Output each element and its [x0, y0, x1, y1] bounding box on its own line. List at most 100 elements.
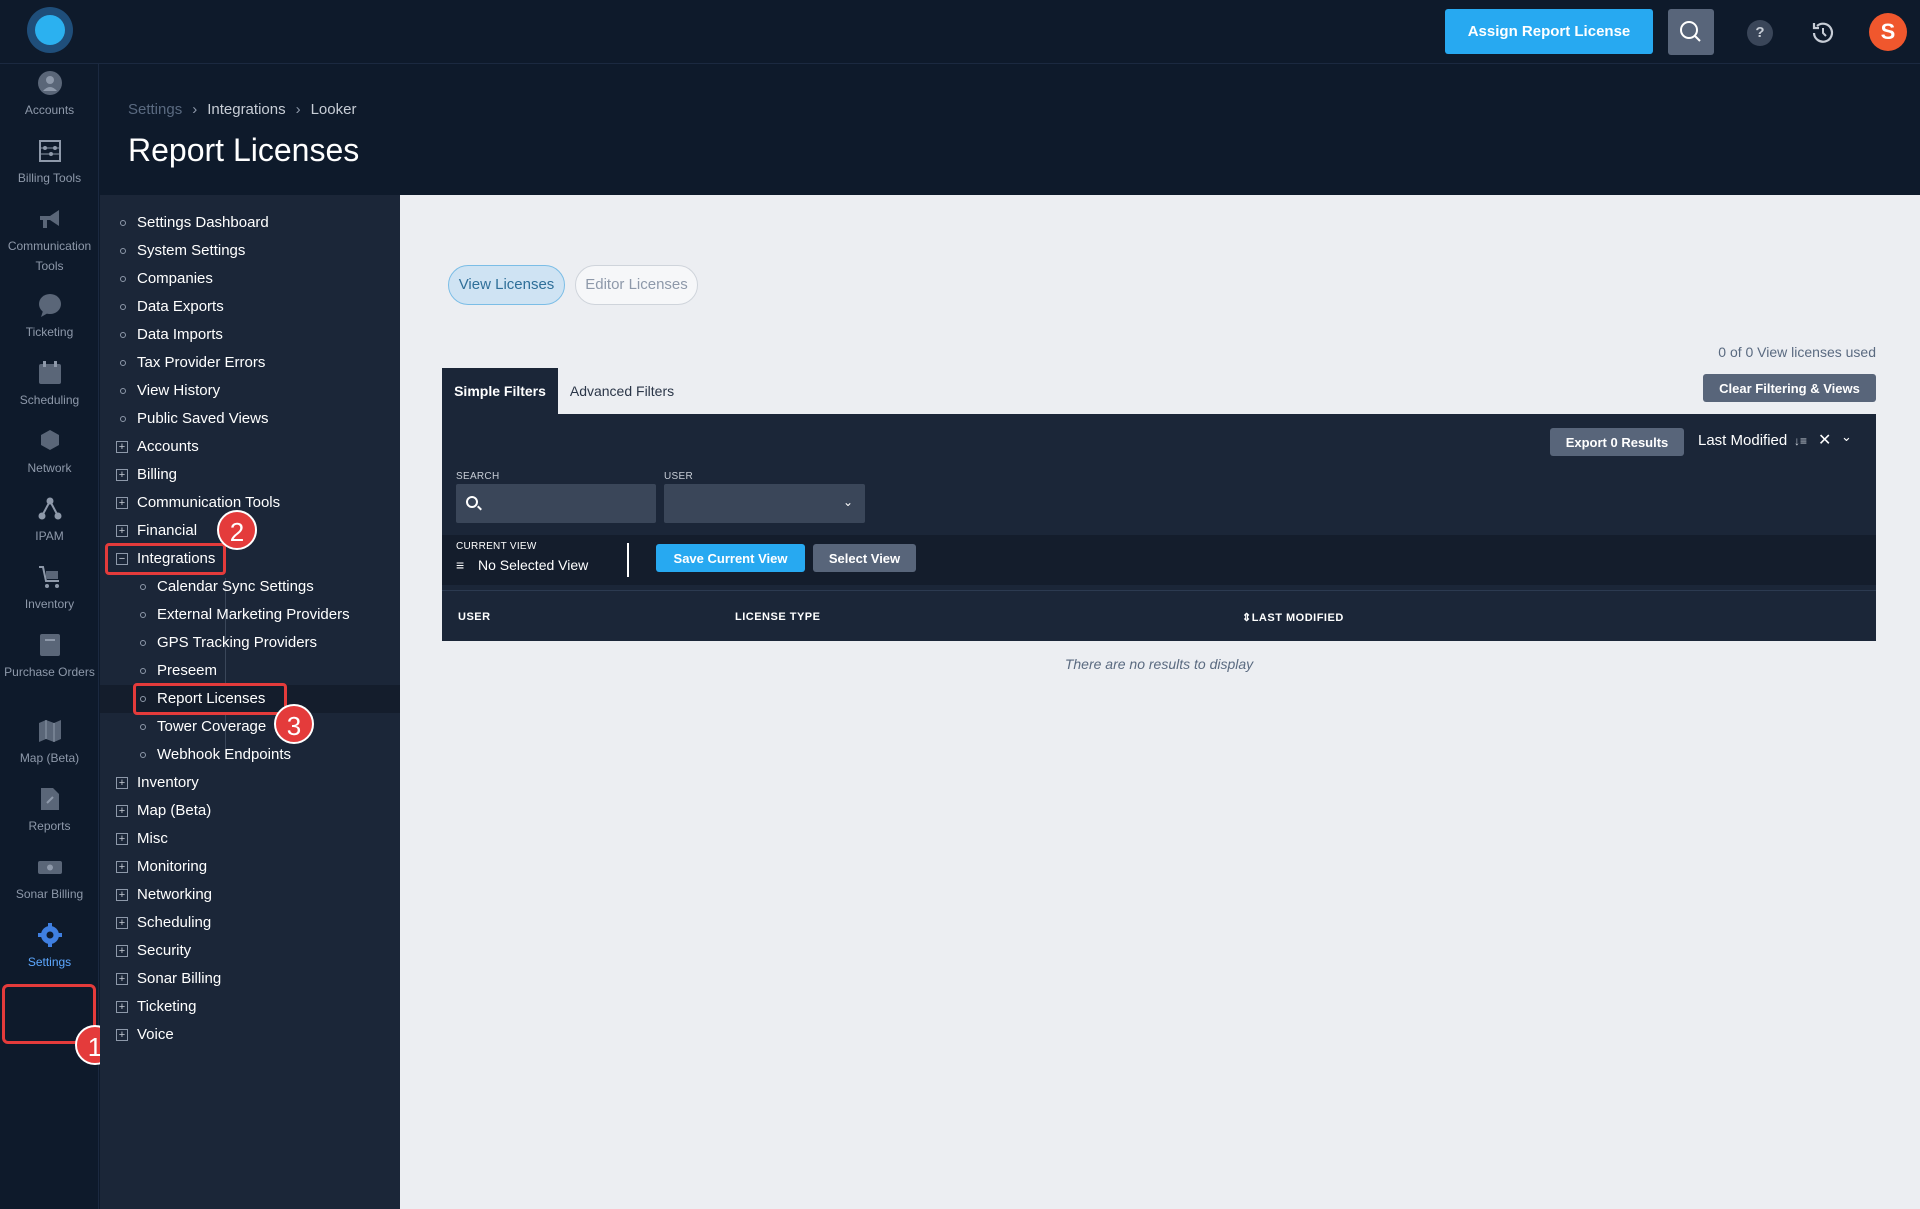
tree-group-billing[interactable]: + Billing	[100, 461, 400, 489]
rail-item-map-beta[interactable]: Map (Beta)	[0, 718, 99, 768]
expand-icon: +	[116, 917, 128, 929]
tree-group-accounts[interactable]: + Accounts	[100, 433, 400, 461]
tree-group-security[interactable]: + Security	[100, 937, 400, 965]
history-icon[interactable]	[1808, 18, 1838, 48]
tree-group-inventory[interactable]: + Inventory	[100, 769, 400, 797]
cart-icon	[38, 566, 59, 588]
bullet-icon	[120, 220, 126, 226]
rail-item-billing-tools[interactable]: Billing Tools	[0, 138, 99, 188]
column-header-license-type[interactable]: LICENSE TYPE	[735, 611, 820, 623]
tree-group-voice[interactable]: + Voice	[100, 1021, 400, 1049]
clear-sort-icon[interactable]: ✕	[1818, 430, 1831, 450]
tree-item-data-imports[interactable]: Data Imports	[100, 321, 400, 349]
assign-report-license-button[interactable]: Assign Report License	[1445, 9, 1653, 54]
expand-icon: +	[116, 1029, 128, 1041]
tree-item-companies[interactable]: Companies	[100, 265, 400, 293]
rail-label: Network	[27, 461, 72, 475]
tree-item-tax-provider-errors[interactable]: Tax Provider Errors	[100, 349, 400, 377]
tree-item-data-exports[interactable]: Data Exports	[100, 293, 400, 321]
user-icon	[37, 71, 62, 95]
export-results-button[interactable]: Export 0 Results	[1550, 428, 1684, 456]
expand-icon: +	[116, 469, 128, 481]
tree-group-sonar-billing[interactable]: + Sonar Billing	[100, 965, 400, 993]
search-icon	[466, 496, 478, 508]
select-view-button[interactable]: Select View	[813, 544, 916, 572]
save-current-view-button[interactable]: Save Current View	[656, 544, 805, 572]
tree-group-map-beta[interactable]: + Map (Beta)	[100, 797, 400, 825]
rail-item-settings[interactable]: Settings	[0, 922, 99, 972]
column-header-user[interactable]: USER	[458, 611, 491, 623]
bullet-icon	[120, 248, 126, 254]
sort-direction-icon[interactable]: ↓≡	[1794, 434, 1807, 448]
view-licenses-pill[interactable]: View Licenses	[448, 265, 565, 305]
chevron-down-icon[interactable]: ⌄	[1841, 429, 1852, 445]
tree-item-tower-coverage[interactable]: Tower Coverage	[100, 713, 400, 741]
tree-group-networking[interactable]: + Networking	[100, 881, 400, 909]
tree-group-misc[interactable]: + Misc	[100, 825, 400, 853]
tab-simple-filters[interactable]: Simple Filters	[442, 368, 558, 414]
rail-item-sonar-billing[interactable]: Sonar Billing	[0, 854, 99, 904]
rail-item-network[interactable]: Network	[0, 428, 99, 478]
rail-label: Scheduling	[19, 393, 80, 407]
tree-group-monitoring[interactable]: + Monitoring	[100, 853, 400, 881]
rail-item-scheduling[interactable]: Scheduling	[0, 360, 99, 410]
rail-item-ipam[interactable]: IPAM	[0, 496, 99, 546]
breadcrumb-integrations[interactable]: Integrations	[207, 101, 285, 118]
search-input[interactable]	[456, 484, 656, 523]
tree-item-system-settings[interactable]: System Settings	[100, 237, 400, 265]
rail-label: Billing Tools	[17, 171, 82, 185]
bullet-icon	[140, 752, 146, 758]
rail-label: Purchase Orders	[4, 665, 95, 679]
rail-item-inventory[interactable]: Inventory	[0, 564, 99, 614]
bullet-icon	[120, 416, 126, 422]
rail-item-accounts[interactable]: Accounts	[0, 70, 99, 120]
sonar-logo[interactable]	[27, 7, 73, 53]
calendar-icon	[38, 361, 61, 384]
tree-item-calendar-sync-settings[interactable]: Calendar Sync Settings	[100, 573, 400, 601]
rail-item-purchase-orders[interactable]: Purchase Orders	[0, 632, 99, 682]
main-content: View Licenses Editor Licenses 0 of 0 Vie…	[400, 195, 1920, 1209]
tree-item-public-saved-views[interactable]: Public Saved Views	[100, 405, 400, 433]
rail-item-reports[interactable]: Reports	[0, 786, 99, 836]
current-view-value: ≡ No Selected View	[456, 557, 589, 573]
tree-item-preseem[interactable]: Preseem	[100, 657, 400, 685]
tree-group-ticketing[interactable]: + Ticketing	[100, 993, 400, 1021]
tree-item-settings-dashboard[interactable]: Settings Dashboard	[100, 209, 400, 237]
bullet-icon	[120, 360, 126, 366]
help-icon[interactable]: ?	[1747, 20, 1773, 46]
tree-item-webhook-endpoints[interactable]: Webhook Endpoints	[100, 741, 400, 769]
expand-icon: +	[116, 973, 128, 985]
rail-item-communication-tools[interactable]: Communication Tools	[0, 206, 99, 276]
editor-licenses-pill[interactable]: Editor Licenses	[575, 265, 698, 305]
filter-panel: Export 0 Results Last Modified ↓≡ ✕ ⌄ SE…	[442, 414, 1876, 641]
tree-item-view-history[interactable]: View History	[100, 377, 400, 405]
tree-group-communication-tools[interactable]: + Communication Tools	[100, 489, 400, 517]
annotation-box-integrations	[105, 543, 226, 575]
divider	[627, 543, 629, 577]
clear-filtering-button[interactable]: Clear Filtering & Views	[1703, 374, 1876, 402]
settings-tree: Settings Dashboard System Settings Compa…	[100, 195, 400, 1209]
network-icon	[40, 430, 59, 450]
tree-group-scheduling[interactable]: + Scheduling	[100, 909, 400, 937]
breadcrumb-settings[interactable]: Settings	[128, 101, 182, 118]
nav-rail: Accounts Billing Tools Communication Too…	[0, 64, 115, 1209]
expand-icon: +	[116, 497, 128, 509]
hierarchy-icon	[38, 497, 61, 520]
user-avatar[interactable]: S	[1869, 13, 1907, 51]
breadcrumb-looker: Looker	[310, 101, 357, 118]
tree-item-external-marketing-providers[interactable]: External Marketing Providers	[100, 601, 400, 629]
rail-label: Inventory	[24, 597, 75, 611]
expand-icon: +	[116, 861, 128, 873]
user-select[interactable]: ⌄	[664, 484, 865, 523]
tab-advanced-filters[interactable]: Advanced Filters	[558, 368, 686, 414]
expand-icon: +	[116, 525, 128, 537]
document-icon	[40, 788, 59, 810]
gear-icon	[37, 923, 62, 947]
rail-item-ticketing[interactable]: Ticketing	[0, 292, 99, 342]
column-header-last-modified[interactable]: ⇕LAST MODIFIED	[1242, 611, 1344, 624]
tree-item-gps-tracking-providers[interactable]: GPS Tracking Providers	[100, 629, 400, 657]
expand-icon: +	[116, 833, 128, 845]
sort-field-label[interactable]: Last Modified	[1698, 432, 1787, 449]
global-search-button[interactable]	[1668, 9, 1714, 55]
table-header: USER LICENSE TYPE ⇕LAST MODIFIED	[442, 590, 1876, 641]
